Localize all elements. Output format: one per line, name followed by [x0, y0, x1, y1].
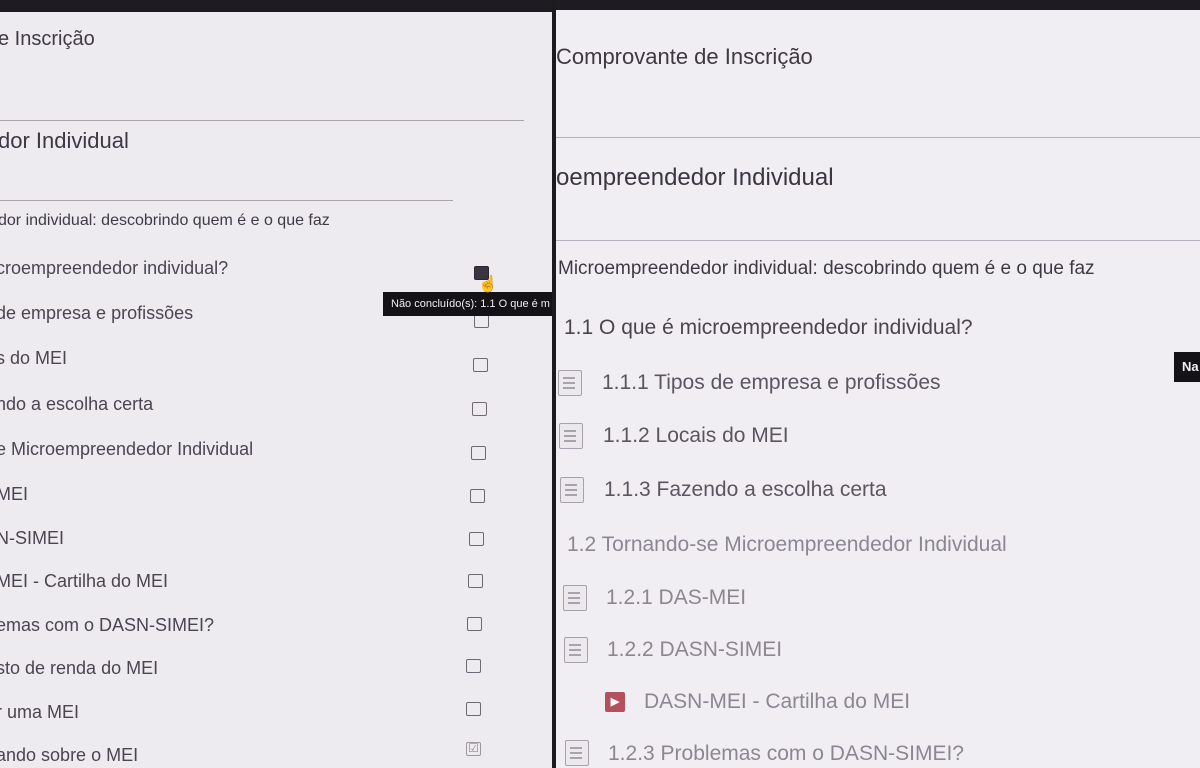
- page-icon: [563, 585, 587, 611]
- divider: [0, 200, 453, 201]
- activity-link[interactable]: 1.2.3 Problemas com o DASN-SIMEI?: [608, 742, 964, 766]
- completion-checkbox[interactable]: [469, 532, 484, 546]
- page-icon: [565, 740, 589, 766]
- page-title: e Inscrição: [0, 28, 95, 50]
- list-item[interactable]: emas com o DASN-SIMEI?: [0, 615, 214, 636]
- section-title: Microempreendedor individual: descobrind…: [558, 258, 1095, 279]
- list-item[interactable]: r uma MEI: [0, 702, 79, 723]
- mouse-cursor-icon: ☝: [478, 276, 498, 293]
- list-item[interactable]: N-SIMEI: [0, 528, 64, 549]
- completion-checkbox[interactable]: [474, 314, 489, 328]
- divider: [556, 137, 1200, 138]
- page-icon: [558, 370, 582, 396]
- completion-checkbox[interactable]: [471, 446, 486, 460]
- completion-checkbox[interactable]: [467, 617, 482, 631]
- list-item[interactable]: croempreendedor individual?: [0, 258, 228, 279]
- divider: [0, 120, 524, 121]
- page-icon: [564, 637, 588, 663]
- list-item[interactable]: de empresa e profissões: [0, 303, 193, 324]
- left-screen-panel: e Inscrição dor Individual dor individua…: [0, 0, 552, 768]
- list-item[interactable]: ndo a escolha certa: [0, 394, 153, 415]
- list-item[interactable]: ando sobre o MEI: [0, 745, 138, 766]
- completion-tooltip: Não concluído(s): 1.1 O que é m: [383, 292, 552, 316]
- top-bezel: [556, 0, 1200, 10]
- section-title: dor individual: descobrindo quem é e o q…: [0, 212, 330, 229]
- completion-checkbox[interactable]: [472, 402, 487, 416]
- completion-checkbox[interactable]: [470, 489, 485, 503]
- activity-link[interactable]: 1.1.1 Tipos de empresa e profissões: [602, 371, 941, 395]
- completion-checkbox[interactable]: [466, 702, 481, 716]
- list-item[interactable]: s do MEI: [0, 348, 67, 369]
- list-item[interactable]: e Microempreendedor Individual: [0, 439, 253, 460]
- completion-checkbox[interactable]: [468, 574, 483, 588]
- list-item[interactable]: MEI: [0, 484, 28, 505]
- list-item[interactable]: MEI - Cartilha do MEI: [0, 571, 168, 592]
- completion-checkbox[interactable]: [473, 358, 488, 372]
- pdf-icon: ▶: [605, 692, 625, 712]
- list-item[interactable]: sto de renda do MEI: [0, 658, 158, 679]
- divider: [556, 240, 1200, 241]
- tooltip-fragment: Na: [1174, 352, 1200, 382]
- page-icon: [559, 423, 583, 449]
- completion-checkbox-checked[interactable]: ☑: [466, 742, 481, 756]
- topic-link[interactable]: 1.2 Tornando-se Microempreendedor Indivi…: [567, 533, 1007, 557]
- course-title: dor Individual: [0, 128, 129, 153]
- completion-checkbox[interactable]: [466, 659, 481, 673]
- activity-link[interactable]: 1.2.2 DASN-SIMEI: [607, 638, 782, 662]
- resource-link[interactable]: DASN-MEI - Cartilha do MEI: [644, 690, 910, 714]
- course-title: oempreendedor Individual: [556, 164, 834, 191]
- activity-link[interactable]: 1.1.3 Fazendo a escolha certa: [604, 478, 887, 502]
- page-icon: [560, 477, 584, 503]
- topic-link[interactable]: 1.1 O que é microempreendedor individual…: [564, 316, 973, 340]
- page-title: Comprovante de Inscrição: [556, 44, 813, 69]
- activity-link[interactable]: 1.2.1 DAS-MEI: [606, 586, 746, 610]
- right-screen-panel: Comprovante de Inscrição oempreendedor I…: [556, 0, 1200, 768]
- top-bezel: [0, 0, 552, 12]
- activity-link[interactable]: 1.1.2 Locais do MEI: [603, 424, 789, 448]
